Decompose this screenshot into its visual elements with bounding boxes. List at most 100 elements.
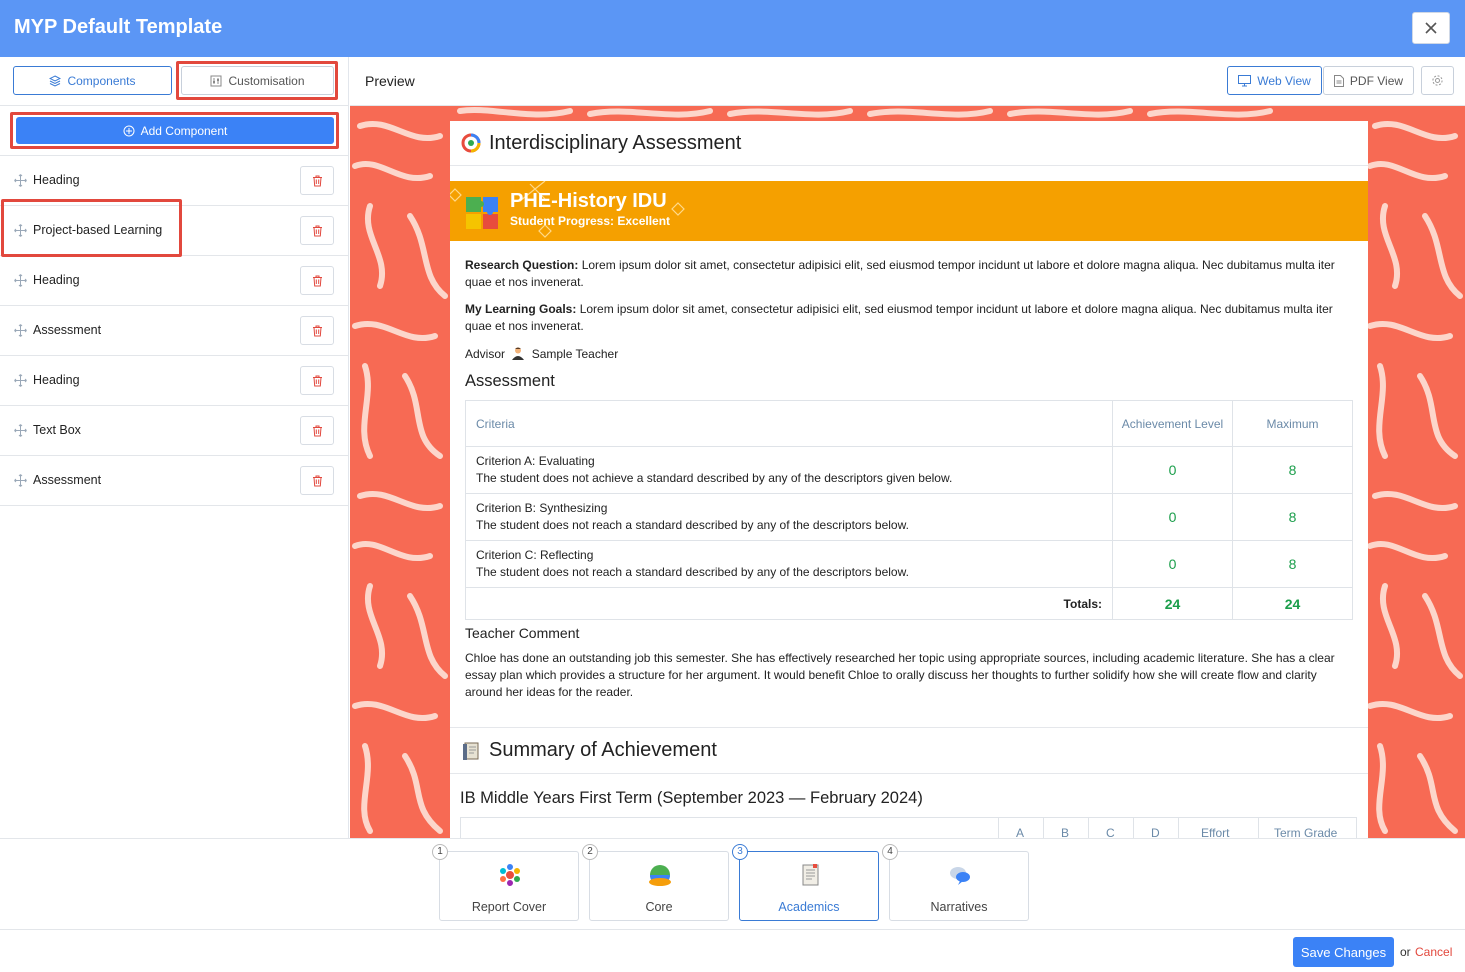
list-item[interactable]: Assessment [0, 456, 349, 506]
step-label: Academics [778, 900, 840, 914]
trash-icon [312, 425, 322, 436]
step-core[interactable]: 2 Core [582, 844, 729, 921]
summary-header: Term Grade [1274, 826, 1338, 838]
achievement-header: Achievement Level [1112, 400, 1233, 447]
maximum-value: 8 [1232, 540, 1353, 588]
academics-icon [802, 864, 819, 886]
plus-circle-icon [123, 125, 135, 136]
delete-button[interactable] [300, 266, 334, 295]
criteria-header: Criteria [465, 400, 1113, 447]
research-question: Research Question: Lorem ipsum dolor sit… [465, 257, 1353, 291]
tab-components[interactable]: Components [13, 66, 172, 95]
achievement-level: 0 [1112, 540, 1233, 588]
advisor-label: Advisor [465, 347, 506, 361]
summary-header: Effort [1201, 826, 1230, 838]
gear-icon [1432, 75, 1443, 86]
add-component-button[interactable]: Add Component [16, 117, 334, 144]
modal-header: MYP Default Template [0, 0, 1465, 57]
step-narratives[interactable]: 4 Narratives [882, 844, 1029, 921]
maximum-value: 8 [1232, 493, 1353, 541]
col-divider [1088, 818, 1089, 838]
close-icon [1425, 22, 1437, 34]
list-item[interactable]: Heading [0, 256, 349, 306]
list-item[interactable]: Assessment [0, 306, 349, 356]
delete-button[interactable] [300, 416, 334, 445]
pdf-view-button[interactable]: PDF View [1323, 66, 1414, 95]
step-number: 3 [732, 844, 748, 860]
banner-subtitle: Student Progress: Excellent [510, 214, 671, 228]
list-item-label: Heading [33, 173, 80, 187]
delete-button[interactable] [300, 166, 334, 195]
web-view-button[interactable]: Web View [1227, 66, 1322, 95]
col-divider [1258, 818, 1259, 838]
col-divider [1133, 818, 1134, 838]
summary-book-icon [463, 742, 479, 760]
list-item-label: Heading [33, 373, 80, 387]
drag-handle-icon[interactable] [14, 374, 27, 387]
report-page: Interdisciplinary Assessment PHE-History… [450, 121, 1368, 838]
trash-icon [312, 325, 322, 336]
document-icon [1333, 74, 1344, 87]
list-item[interactable]: Heading [0, 356, 349, 406]
tab-customisation[interactable]: Customisation [181, 66, 334, 95]
criterion-desc: The student does not reach a standard de… [476, 565, 909, 579]
maximum-header: Maximum [1232, 400, 1353, 447]
advisor-name: Sample Teacher [531, 347, 619, 361]
drag-handle-icon[interactable] [14, 474, 27, 487]
core-icon [649, 865, 671, 886]
step-label: Report Cover [471, 900, 547, 914]
totals-row: Totals: 24 24 [465, 587, 1353, 620]
save-changes-button[interactable]: Save Changes [1293, 937, 1394, 967]
cancel-link[interactable]: Cancel [1415, 945, 1452, 959]
narratives-icon [950, 867, 970, 885]
trash-icon [312, 175, 322, 186]
drag-handle-icon[interactable] [14, 174, 27, 187]
add-component-label: Add Component [140, 123, 228, 138]
criterion-name: Criterion B: Synthesizing [476, 501, 608, 515]
step-academics[interactable]: 3 Academics [732, 844, 879, 921]
total-max: 24 [1232, 587, 1353, 620]
drag-handle-icon[interactable] [14, 274, 27, 287]
teacher-avatar-icon [512, 347, 525, 360]
delete-button[interactable] [300, 366, 334, 395]
step-label: Core [645, 900, 673, 914]
delete-button[interactable] [300, 466, 334, 495]
close-button[interactable] [1412, 12, 1450, 44]
term-title: IB Middle Years First Term (September 20… [460, 789, 923, 807]
table-row: Criterion C: Reflecting The student does … [465, 540, 1353, 588]
step-report-cover[interactable]: 1 Report Cover [432, 844, 579, 921]
learning-goals: My Learning Goals: Lorem ipsum dolor sit… [465, 301, 1353, 335]
section-heading: Summary of Achievement [450, 727, 1368, 774]
components-panel: Components Customisation Add Component H… [0, 57, 349, 838]
trash-icon [312, 225, 322, 236]
list-item[interactable]: Text Box [0, 406, 349, 456]
list-item-label: Assessment [33, 473, 102, 487]
component-list: Heading Project-based Learning Heading A… [0, 156, 349, 506]
step-number: 1 [432, 844, 448, 860]
achievement-level: 0 [1112, 446, 1233, 494]
section-title: Interdisciplinary Assessment [489, 131, 742, 154]
drag-handle-icon[interactable] [14, 424, 27, 437]
drag-handle-icon[interactable] [14, 224, 27, 237]
delete-button[interactable] [300, 316, 334, 345]
totals-label: Totals: [465, 587, 1113, 620]
criterion-desc: The student does not achieve a standard … [476, 471, 953, 485]
tab-customisation-label: Customisation [228, 73, 305, 88]
teacher-comment: Chloe has done an outstanding job this s… [465, 651, 1335, 699]
step-number: 2 [582, 844, 598, 860]
settings-button[interactable] [1421, 66, 1454, 95]
summary-header: C [1106, 826, 1115, 838]
advisor-row: Advisor Sample Teacher [465, 346, 1353, 363]
criterion-desc: The student does not reach a standard de… [476, 518, 909, 532]
delete-button[interactable] [300, 216, 334, 245]
drag-handle-icon[interactable] [14, 324, 27, 337]
tab-components-label: Components [67, 73, 136, 88]
pdf-view-label: PDF View [1349, 73, 1404, 88]
list-item[interactable]: Heading [0, 156, 349, 206]
trash-icon [312, 375, 322, 386]
list-item[interactable]: Project-based Learning [0, 206, 349, 256]
modal-footer: Save Changes or Cancel [0, 929, 1465, 972]
maximum-value: 8 [1232, 446, 1353, 494]
section-title: Summary of Achievement [489, 739, 717, 761]
teacher-comment-label: Teacher Comment [465, 625, 580, 641]
